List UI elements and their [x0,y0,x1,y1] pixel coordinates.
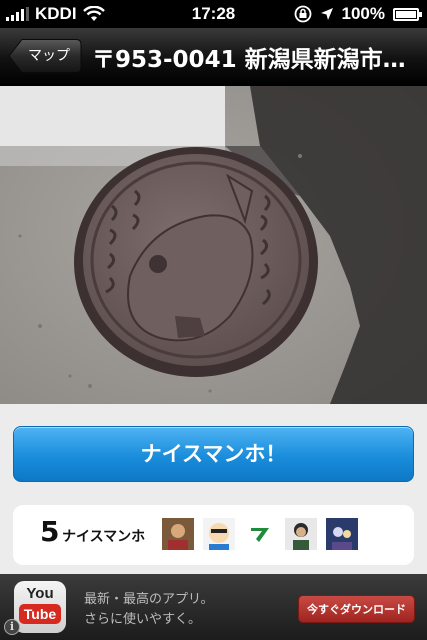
ad-line-2: さらに使いやすく。 [84,612,202,627]
battery-percentage: 100% [341,4,385,23]
status-bar: KDDI 17:28 100% [0,0,427,28]
avatar[interactable] [244,518,276,550]
manhole-detail-panel: ナイスマンホ！ 5 ナイスマンホ [0,404,427,574]
manhole-photo [0,86,427,404]
likes-count: 5 [40,515,60,548]
download-now-button[interactable]: 今すぐダウンロード [298,595,415,623]
avatar[interactable] [285,518,317,550]
likes-count-label: ナイスマンホ [62,529,146,545]
location-arrow-icon [320,8,333,20]
back-button-label: マップ [28,48,70,64]
youtube-logo-bottom: Tube [18,604,62,624]
nice-manhole-button[interactable]: ナイスマンホ！ [13,426,414,482]
youtube-logo-icon: You Tube [14,581,66,633]
status-bar-right: 100% [294,4,422,24]
youtube-logo-top: You [26,585,54,602]
avatar[interactable] [203,518,235,550]
navigation-bar: マップ 〒953-0041 新潟県新潟市西蒲区巻甲 [0,28,427,86]
back-to-map-button[interactable]: マップ [8,38,82,74]
likes-card[interactable]: 5 ナイスマンホ [13,505,414,565]
ad-banner[interactable]: You Tube 最新・最高のアプリ。 さらに使いやすく。 今すぐダウンロード … [0,574,427,640]
avatar[interactable] [162,518,194,550]
info-icon[interactable]: i [4,619,20,635]
rotation-lock-icon [294,5,311,23]
ad-line-1: 最新・最高のアプリ。 [84,592,214,607]
ad-copy: 最新・最高のアプリ。 さらに使いやすく。 [84,590,213,630]
liker-avatars [162,518,358,550]
avatar[interactable] [326,518,358,550]
battery-icon [393,7,422,21]
page-title: 〒953-0041 新潟県新潟市西蒲区巻甲 [92,47,410,73]
